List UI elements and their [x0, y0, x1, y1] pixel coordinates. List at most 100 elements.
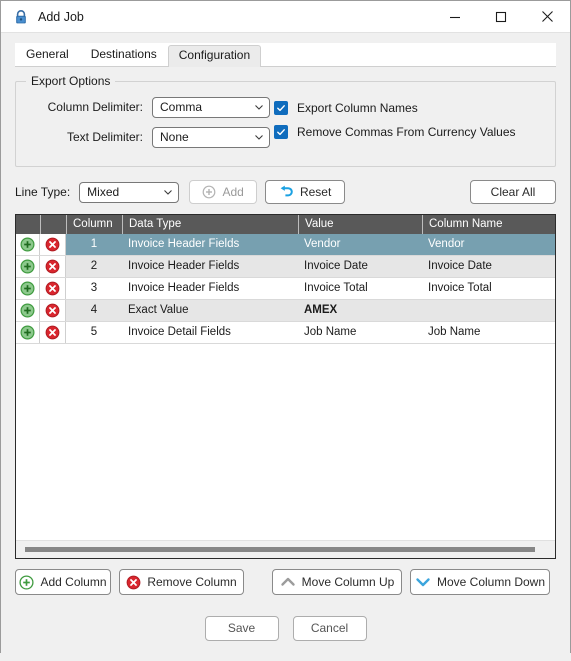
- table-row[interactable]: 1 Invoice Header Fields Vendor Vendor: [16, 234, 555, 256]
- row-add-button[interactable]: [16, 278, 40, 299]
- column-actions-bar: Add Column Remove Column Move Column Up …: [15, 569, 556, 595]
- reset-button[interactable]: Reset: [265, 180, 346, 204]
- row-add-button[interactable]: [16, 234, 40, 255]
- row-remove-button[interactable]: [40, 322, 66, 343]
- minimize-button[interactable]: [432, 1, 478, 32]
- row-add-button[interactable]: [16, 300, 40, 321]
- grid-header-value[interactable]: Value: [298, 215, 422, 234]
- text-delimiter-select[interactable]: None: [152, 126, 270, 148]
- remove-column-button[interactable]: Remove Column: [119, 569, 244, 595]
- tab-general[interactable]: General: [15, 44, 80, 66]
- row-value: Invoice Date: [304, 260, 368, 272]
- export-column-names-label: Export Column Names: [297, 101, 418, 115]
- line-type-select[interactable]: Mixed: [79, 181, 180, 203]
- minimize-icon: [450, 16, 460, 18]
- export-checkboxes-column: Export Column Names Remove Commas From C…: [274, 94, 545, 144]
- maximize-button[interactable]: [478, 1, 524, 32]
- grid-header-column-name[interactable]: Column Name: [422, 215, 555, 234]
- window-controls: [432, 1, 570, 32]
- add-column-button[interactable]: Add Column: [15, 569, 111, 595]
- plus-circle-icon: [202, 185, 216, 199]
- table-row[interactable]: 4 Exact Value AMEX: [16, 300, 555, 322]
- add-job-window: Add Job General Destinations Configurati…: [0, 0, 571, 661]
- row-remove-button[interactable]: [40, 300, 66, 321]
- row-value: Job Name: [304, 326, 357, 338]
- grid-horizontal-scrollbar[interactable]: [16, 540, 555, 558]
- row-value: Vendor: [304, 238, 341, 250]
- remove-commas-label: Remove Commas From Currency Values: [297, 125, 516, 139]
- export-options-group: Export Options Column Delimiter: Comma T…: [15, 74, 556, 167]
- table-row[interactable]: 5 Invoice Detail Fields Job Name Job Nam…: [16, 322, 555, 344]
- remove-column-label: Remove Column: [147, 575, 237, 589]
- row-remove-button[interactable]: [40, 278, 66, 299]
- row-value: AMEX: [304, 304, 338, 316]
- grid-header-data-type[interactable]: Data Type: [122, 215, 298, 234]
- clear-all-button[interactable]: Clear All: [470, 180, 556, 204]
- chevron-down-icon: [415, 575, 431, 589]
- add-circle-icon: [20, 281, 35, 296]
- row-add-button[interactable]: [16, 256, 40, 277]
- row-column-name: Invoice Date: [428, 260, 492, 272]
- table-row[interactable]: 2 Invoice Header Fields Invoice Date Inv…: [16, 256, 555, 278]
- line-type-value: Mixed: [87, 185, 120, 199]
- grid-scrollbar-thumb[interactable]: [25, 547, 536, 552]
- row-column-name: [422, 300, 555, 321]
- check-icon: [277, 129, 285, 136]
- check-icon: [277, 105, 285, 112]
- column-delimiter-select[interactable]: Comma: [152, 96, 270, 118]
- export-column-names-row[interactable]: Export Column Names: [274, 96, 545, 120]
- add-circle-icon: [20, 303, 35, 318]
- row-data-type: Invoice Header Fields: [128, 260, 240, 272]
- clear-all-label: Clear All: [490, 185, 536, 199]
- table-row[interactable]: 3 Invoice Header Fields Invoice Total In…: [16, 278, 555, 300]
- row-add-button[interactable]: [16, 322, 40, 343]
- row-column-name: Job Name: [428, 326, 481, 338]
- add-circle-icon: [19, 574, 35, 590]
- column-delimiter-value: Comma: [160, 100, 203, 114]
- tab-strip: General Destinations Configuration: [15, 43, 556, 67]
- remove-circle-icon: [45, 281, 60, 296]
- chevron-down-icon: [255, 105, 263, 110]
- grid-header-remove-action[interactable]: [40, 215, 66, 234]
- move-column-down-label: Move Column Down: [436, 575, 546, 589]
- remove-commas-checkbox[interactable]: [274, 125, 288, 139]
- move-column-down-button[interactable]: Move Column Down: [410, 569, 550, 595]
- close-button[interactable]: [524, 1, 570, 32]
- row-column-number: 4: [90, 304, 98, 316]
- add-line-button[interactable]: Add: [189, 180, 258, 204]
- chevron-down-icon: [164, 190, 173, 195]
- add-line-label: Add: [222, 185, 244, 199]
- maximize-icon: [495, 11, 507, 22]
- delimiters-column: Column Delimiter: Comma Text Delimiter: …: [30, 94, 274, 154]
- grid-header-add-action[interactable]: [16, 215, 40, 234]
- export-column-names-checkbox[interactable]: [274, 101, 288, 115]
- row-column-name: Invoice Total: [428, 282, 492, 294]
- cancel-button[interactable]: Cancel: [292, 615, 367, 641]
- tab-destinations[interactable]: Destinations: [80, 44, 168, 66]
- remove-circle-icon: [45, 303, 60, 318]
- chevron-up-icon: [280, 575, 296, 589]
- add-circle-icon: [20, 259, 35, 274]
- remove-commas-row[interactable]: Remove Commas From Currency Values: [274, 120, 545, 144]
- window-title: Add Job: [38, 9, 84, 24]
- export-options-title: Export Options: [26, 74, 116, 88]
- row-data-type: Invoice Header Fields: [128, 238, 240, 250]
- configuration-panel: Export Options Column Delimiter: Comma T…: [1, 67, 570, 595]
- line-type-label: Line Type:: [15, 185, 71, 199]
- grid-header-column[interactable]: Column: [66, 215, 122, 234]
- grid-body: 1 Invoice Header Fields Vendor Vendor 2 …: [16, 234, 555, 540]
- save-button[interactable]: Save: [204, 615, 279, 641]
- undo-arrow-icon: [279, 185, 294, 199]
- move-column-up-button[interactable]: Move Column Up: [272, 569, 402, 595]
- row-remove-button[interactable]: [40, 256, 66, 277]
- dialog-footer: Save Cancel: [1, 595, 570, 661]
- tab-configuration[interactable]: Configuration: [167, 45, 262, 67]
- remove-circle-icon: [126, 575, 141, 590]
- tab-strip-container: General Destinations Configuration: [1, 33, 570, 67]
- row-column-number: 5: [90, 326, 98, 338]
- row-column-number: 2: [90, 260, 98, 272]
- row-remove-button[interactable]: [40, 234, 66, 255]
- export-options-row: Column Delimiter: Comma Text Delimiter: …: [30, 94, 545, 154]
- tab-strip-filler: [261, 43, 556, 66]
- remove-circle-icon: [45, 259, 60, 274]
